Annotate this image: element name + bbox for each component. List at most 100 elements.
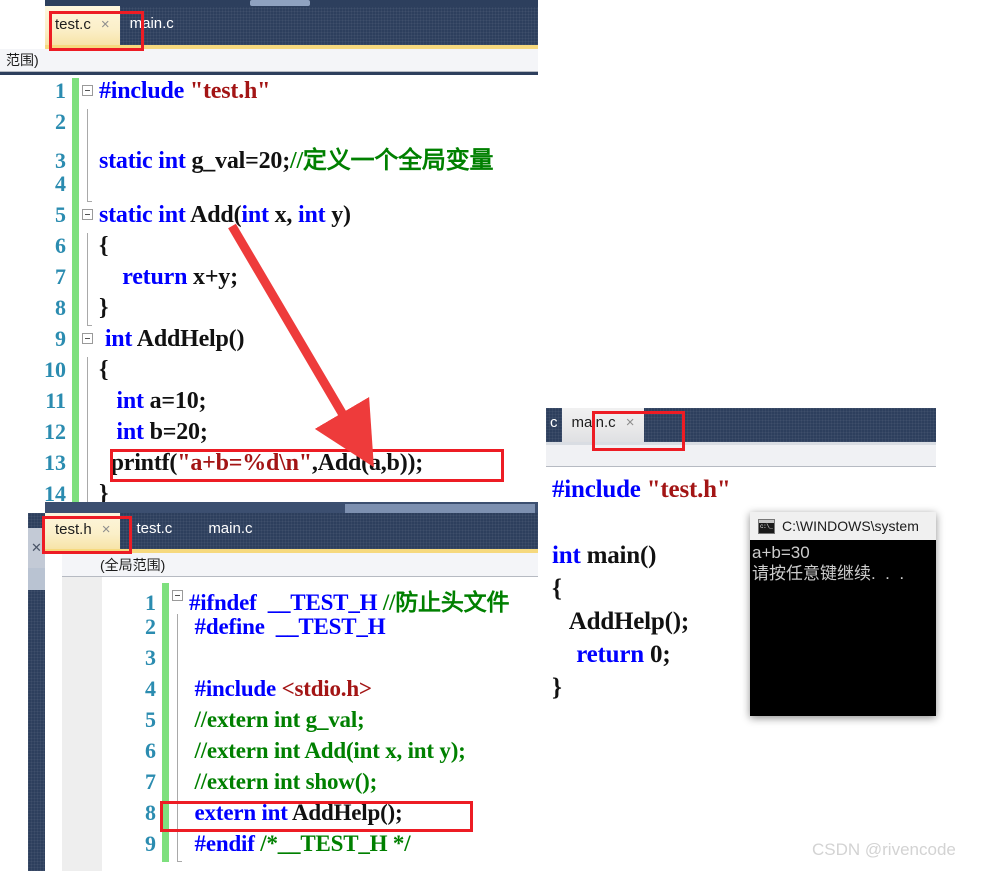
- navigation-bar-testh[interactable]: (全局范围): [62, 553, 538, 577]
- fold-column[interactable]: [79, 388, 99, 419]
- fold-column[interactable]: [169, 707, 189, 738]
- code-text: printf("a+b=%d\n",Add(a,b));: [99, 450, 424, 477]
- fold-column[interactable]: [169, 645, 189, 676]
- fold-column[interactable]: [79, 140, 99, 171]
- fold-column[interactable]: [169, 800, 189, 831]
- fold-column[interactable]: [79, 357, 99, 388]
- change-indicator-bar: [72, 450, 79, 481]
- console-window[interactable]: C:\WINDOWS\system a+b=30 请按任意键继续. . .: [750, 512, 936, 716]
- code-area-testc[interactable]: 1 #include "test.h" 2 3 static int g_val=20;…: [0, 76, 538, 502]
- code-line[interactable]: 5 //extern int g_val;: [102, 707, 538, 738]
- navbar-bottom-rule: [0, 72, 538, 75]
- close-icon[interactable]: ×: [626, 414, 635, 432]
- code-token: int: [116, 419, 150, 445]
- code-line[interactable]: 5 static int Add(int x, int y): [0, 202, 538, 233]
- fold-column[interactable]: [79, 295, 99, 326]
- code-token: {: [552, 575, 562, 602]
- tab-main-c[interactable]: main.c: [120, 5, 184, 45]
- code-token: //extern int Add(int x, int y);: [189, 738, 466, 763]
- navigation-bar-testc[interactable]: 范围): [0, 49, 538, 72]
- code-token: b=20;: [149, 419, 208, 445]
- tab-main-c-inactive[interactable]: main.c: [182, 513, 262, 549]
- editor-panel-testc: test.c × main.c 范围) 1 #include "test.h" 2 3…: [0, 0, 538, 516]
- code-token: static int: [99, 148, 192, 174]
- collapse-toggle-icon[interactable]: [172, 590, 183, 601]
- fold-column[interactable]: [79, 264, 99, 295]
- code-token: //定义一个全局变量: [290, 148, 494, 174]
- fold-column[interactable]: [79, 109, 99, 140]
- code-text: //extern int g_val;: [189, 707, 365, 733]
- tab-c-inactive[interactable]: c: [546, 408, 562, 442]
- code-line[interactable]: 3: [102, 645, 538, 676]
- collapse-toggle-icon[interactable]: [82, 209, 93, 220]
- code-token: main(): [586, 542, 657, 569]
- code-text: AddHelp();: [552, 608, 689, 636]
- code-line[interactable]: 8 extern int AddHelp();: [102, 800, 538, 831]
- fold-column[interactable]: [79, 171, 99, 202]
- code-line[interactable]: 7 //extern int show();: [102, 769, 538, 800]
- fold-column[interactable]: [169, 738, 189, 769]
- console-titlebar[interactable]: C:\WINDOWS\system: [750, 512, 936, 540]
- code-line[interactable]: 9 #endif /*__TEST_H */: [102, 831, 538, 862]
- tab-test-h[interactable]: test.h ×: [45, 513, 121, 549]
- code-area-testh[interactable]: 1 #ifndef __TEST_H //防止头文件 2 #define __TES…: [102, 577, 538, 871]
- fold-column[interactable]: [79, 419, 99, 450]
- code-line[interactable]: 4 #include <stdio.h>: [102, 676, 538, 707]
- tab-label: c: [550, 413, 558, 431]
- close-icon[interactable]: ×: [102, 521, 111, 539]
- code-line[interactable]: 12 int b=20;: [0, 419, 538, 450]
- tab-test-c[interactable]: test.c ×: [45, 6, 120, 45]
- code-line[interactable]: 2 #define __TEST_H: [102, 614, 538, 645]
- change-indicator-bar: [162, 614, 169, 645]
- code-line[interactable]: 14}: [0, 481, 538, 502]
- collapse-toggle-icon[interactable]: [82, 333, 93, 344]
- code-line[interactable]: 1 #include "test.h": [0, 78, 538, 109]
- fold-guide-line: [87, 140, 88, 171]
- code-line[interactable]: 2: [0, 109, 538, 140]
- line-number: 12: [44, 419, 66, 444]
- close-icon[interactable]: ×: [101, 16, 110, 34]
- code-line[interactable]: 6{: [0, 233, 538, 264]
- code-line[interactable]: 11 int a=10;: [0, 388, 538, 419]
- code-line[interactable]: 8}: [0, 295, 538, 326]
- change-indicator-bar: [162, 769, 169, 800]
- fold-column[interactable]: [169, 676, 189, 707]
- code-line[interactable]: #include "test.h": [552, 476, 936, 509]
- fold-column[interactable]: [79, 450, 99, 481]
- fold-guide-line: [87, 171, 92, 202]
- collapse-toggle-icon[interactable]: [82, 85, 93, 96]
- change-indicator-bar: [162, 800, 169, 831]
- dock-rail-close-icon[interactable]: ✕: [28, 528, 45, 568]
- cmd-icon: [758, 518, 775, 534]
- line-number: 7: [145, 769, 156, 794]
- tab-main-c-active[interactable]: main.c ×: [561, 408, 645, 442]
- code-line[interactable]: 4: [0, 171, 538, 202]
- code-line[interactable]: 7 return x+y;: [0, 264, 538, 295]
- fold-column[interactable]: [169, 831, 189, 862]
- fold-column[interactable]: [79, 202, 99, 233]
- fold-column[interactable]: [79, 481, 99, 502]
- line-number: 8: [145, 800, 156, 825]
- change-indicator-bar: [72, 171, 79, 202]
- fold-column[interactable]: [169, 583, 189, 614]
- fold-guide-line: [87, 481, 88, 502]
- fold-column[interactable]: [79, 326, 99, 357]
- fold-guide-line: [177, 707, 178, 738]
- line-number: 6: [55, 233, 66, 258]
- code-line[interactable]: 10 {: [0, 357, 538, 388]
- fold-column[interactable]: [79, 78, 99, 109]
- code-line[interactable]: 6 //extern int Add(int x, int y);: [102, 738, 538, 769]
- line-number: 5: [145, 707, 156, 732]
- fold-column[interactable]: [169, 614, 189, 645]
- fold-column[interactable]: [79, 233, 99, 264]
- code-line[interactable]: 3 static int g_val=20;//定义一个全局变量: [0, 140, 538, 174]
- code-line[interactable]: 1 #ifndef __TEST_H //防止头文件: [102, 583, 538, 615]
- code-token: int: [552, 542, 587, 569]
- change-indicator-bar: [162, 738, 169, 769]
- navigation-bar-mainc[interactable]: [546, 445, 936, 467]
- code-line[interactable]: 13 printf("a+b=%d\n",Add(a,b));: [0, 450, 538, 481]
- change-indicator-bar: [72, 326, 79, 357]
- tab-test-c-inactive[interactable]: test.c: [120, 513, 182, 549]
- code-line[interactable]: 9 int AddHelp(): [0, 326, 538, 357]
- fold-column[interactable]: [169, 769, 189, 800]
